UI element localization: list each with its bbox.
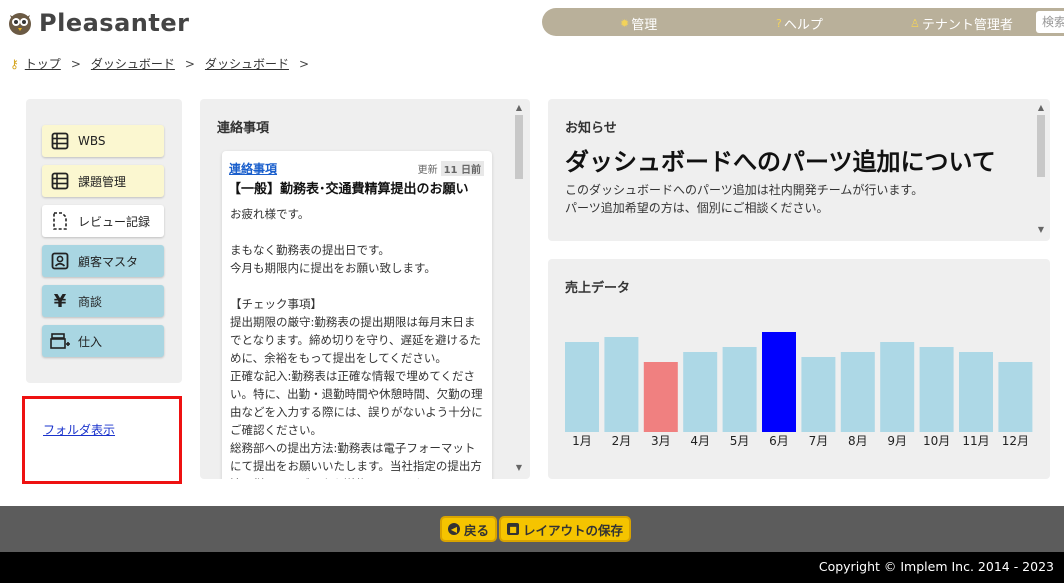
sales-bar-1	[565, 342, 599, 432]
menu-customer-master-label: 顧客マスタ	[78, 254, 139, 269]
menu-wbs-label: WBS	[78, 134, 106, 148]
site-menu-panel: WBS 課題管理 レビュー記録 顧客マスタ ¥ 商談 仕入	[26, 99, 182, 383]
notice-card: 連絡事項 更新 11 日前 【一般】勤務表･交通費精算提出のお願い お疲れ様です…	[222, 151, 492, 479]
top-navigation: ✹ 管理 ? ヘルプ ♙ テナント管理者	[542, 8, 1064, 36]
menu-deals-label: 商談	[78, 294, 103, 309]
notice-category-link[interactable]: 連絡事項	[229, 160, 277, 177]
menu-purchasing-label: 仕入	[78, 334, 103, 349]
user-icon: ♙	[910, 17, 920, 30]
scroll-thumb[interactable]	[1037, 115, 1045, 177]
sales-month-label: 2月	[612, 434, 632, 448]
breadcrumb-separator: >	[70, 56, 81, 71]
sales-month-label: 5月	[730, 434, 750, 448]
news-scrollbar[interactable]: ▲ ▼	[1036, 103, 1046, 237]
menu-issue-management[interactable]: 課題管理	[42, 165, 164, 197]
copyright-text: Copyright © Implem Inc. 2014 - 2023	[818, 559, 1054, 574]
sales-bar-7	[801, 357, 836, 432]
breadcrumb-top[interactable]: トップ	[25, 55, 61, 72]
sales-bar-chart: 1月 2月 3月 4月 5月 6月 7月 8月 9月 10月 11月 12月	[565, 332, 1033, 448]
breadcrumb-dashboard[interactable]: ダッシュボード	[91, 55, 175, 72]
nav-help[interactable]: ? ヘルプ	[776, 14, 823, 33]
sales-bar-3	[643, 362, 678, 432]
sales-bar-11	[959, 352, 993, 432]
save-disk-icon: ■	[507, 523, 519, 535]
notice-headline: 【一般】勤務表･交通費精算提出のお願い	[228, 182, 469, 197]
sales-bar-12	[998, 362, 1033, 432]
yen-icon: ¥	[53, 290, 67, 312]
back-arrow-icon: ◀	[448, 523, 460, 535]
sales-month-label: 11月	[962, 434, 989, 448]
updated-value: 11 日前	[440, 161, 484, 176]
breadcrumb-separator: >	[298, 56, 310, 71]
sales-month-label: 10月	[923, 434, 950, 448]
nav-tenant-admin-label: テナント管理者	[921, 18, 1013, 33]
table-icon	[50, 171, 70, 191]
sales-month-label: 3月	[651, 434, 671, 448]
folder-view-link[interactable]: フォルダ表示	[43, 421, 115, 438]
sales-bar-9	[880, 342, 915, 432]
contact-icon	[50, 251, 70, 271]
document-icon	[50, 211, 70, 231]
gear-icon: ✹	[620, 17, 630, 30]
app-logo[interactable]: Pleasanter	[6, 6, 189, 40]
save-layout-button[interactable]: ■ レイアウトの保存	[499, 516, 632, 542]
sales-month-label: 1月	[572, 434, 592, 448]
menu-review-records-label: レビュー記録	[78, 214, 151, 229]
sales-chart-panel: 売上データ 1月 2月 3月 4月 5月 6月 7月 8月 9月 10月 11月 12月	[548, 259, 1050, 479]
news-panel: お知らせ ダッシュボードへのパーツ追加について このダッシュボードへのパーツ追加…	[548, 99, 1050, 241]
sales-bar-2	[604, 337, 639, 432]
notice-scrollbar[interactable]: ▲ ▼	[514, 103, 524, 475]
menu-customer-master[interactable]: 顧客マスタ	[42, 245, 164, 277]
sales-month-label: 9月	[887, 434, 907, 448]
menu-purchasing[interactable]: 仕入	[42, 325, 164, 357]
back-button[interactable]: ◀ 戻る	[440, 516, 498, 542]
breadcrumb-separator: >	[184, 56, 195, 71]
menu-wbs[interactable]: WBS	[42, 125, 164, 157]
help-icon: ?	[776, 17, 782, 30]
sales-bar-10	[919, 347, 954, 432]
sales-bar-4	[683, 352, 718, 432]
save-layout-button-label: レイアウトの保存	[523, 522, 624, 538]
nav-tenant-admin[interactable]: ♙ テナント管理者	[910, 14, 1013, 33]
sales-month-label: 12月	[1002, 434, 1029, 448]
menu-deals[interactable]: ¥ 商談	[42, 285, 164, 317]
sales-month-label: 6月	[769, 434, 789, 448]
updated-label: 更新	[417, 165, 438, 176]
pleasanter-logo-icon	[6, 9, 34, 37]
scroll-up-arrow-icon[interactable]: ▲	[1036, 103, 1046, 112]
notice-body: お疲れ様です。 まもなく勤務表の提出日です。 今月も期限内に提出をお願い致します…	[230, 207, 483, 479]
sales-bar-8	[840, 352, 875, 432]
footer-bar: ◀ 戻る ■ レイアウトの保存	[0, 506, 1064, 552]
sales-bar-6	[762, 332, 796, 432]
sales-month-label: 7月	[809, 434, 829, 448]
sales-bar-5	[722, 347, 757, 432]
updated-badge: 更新 11 日前	[418, 161, 484, 176]
folder-view-box: フォルダ表示	[22, 396, 182, 484]
breadcrumb-dashboard-current[interactable]: ダッシュボード	[205, 55, 289, 72]
scroll-thumb[interactable]	[515, 115, 523, 179]
scroll-down-arrow-icon[interactable]: ▼	[1036, 225, 1046, 234]
register-icon	[50, 331, 70, 351]
news-body: このダッシュボードへのパーツ追加は社内開発チームが行います。 パーツ追加希望の方…	[565, 183, 924, 215]
search-input[interactable]: 検索	[1036, 11, 1064, 33]
nav-help-label: ヘルプ	[783, 18, 823, 33]
nav-admin-label: 管理	[631, 18, 658, 33]
scroll-down-arrow-icon[interactable]: ▼	[514, 463, 524, 472]
sales-month-label: 4月	[690, 434, 710, 448]
app-name: Pleasanter	[39, 9, 190, 37]
news-panel-title: お知らせ	[565, 121, 617, 136]
back-button-label: 戻る	[464, 522, 490, 538]
news-headline: ダッシュボードへのパーツ追加について	[565, 148, 996, 176]
notice-panel: 連絡事項 連絡事項 更新 11 日前 【一般】勤務表･交通費精算提出のお願い お…	[200, 99, 530, 479]
nav-admin[interactable]: ✹ 管理	[620, 14, 657, 33]
key-icon: ⚷	[10, 56, 19, 71]
menu-issue-management-label: 課題管理	[78, 174, 127, 189]
table-icon	[50, 131, 70, 151]
notice-panel-title: 連絡事項	[217, 121, 270, 136]
copyright-bar: Copyright © Implem Inc. 2014 - 2023	[0, 552, 1064, 583]
breadcrumb: ⚷ トップ > ダッシュボード > ダッシュボード >	[10, 55, 313, 72]
menu-review-records[interactable]: レビュー記録	[42, 205, 164, 237]
scroll-up-arrow-icon[interactable]: ▲	[514, 103, 524, 112]
sales-month-label: 8月	[848, 434, 868, 448]
